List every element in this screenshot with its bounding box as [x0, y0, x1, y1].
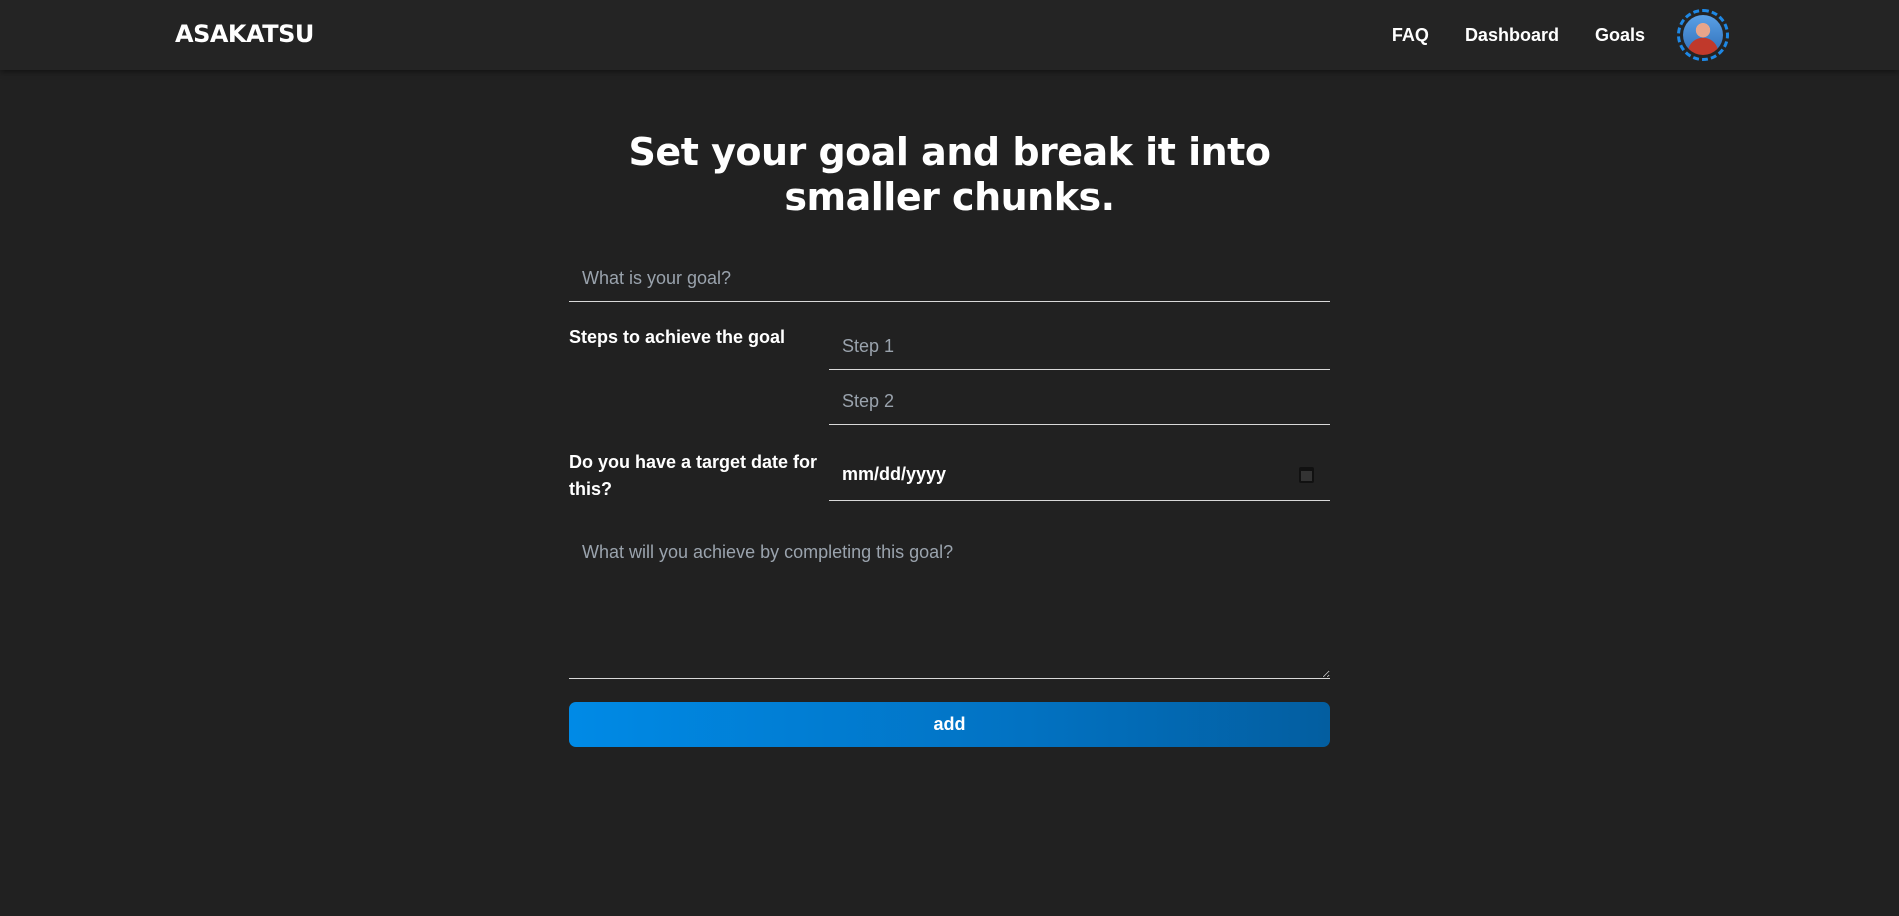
step-2-input[interactable]	[829, 379, 1330, 425]
target-date-section: Do you have a target date for this? mm/d…	[569, 449, 1330, 503]
outcome-textarea[interactable]	[569, 527, 1330, 679]
nav-links: FAQ Dashboard Goals	[1392, 0, 1729, 70]
step-1-input[interactable]	[829, 324, 1330, 370]
goal-input[interactable]	[569, 256, 1330, 302]
target-date-fields: mm/dd/yyyy	[829, 449, 1330, 501]
goal-form-container: Set your goal and break it into smaller …	[569, 70, 1330, 747]
calendar-icon[interactable]	[1299, 467, 1314, 483]
steps-label: Steps to achieve the goal	[569, 327, 786, 347]
target-date-value: mm/dd/yyyy	[842, 464, 947, 484]
avatar-image	[1683, 15, 1723, 55]
avatar[interactable]	[1677, 9, 1729, 61]
nav-link-goals[interactable]: Goals	[1595, 25, 1645, 46]
nav-link-dashboard[interactable]: Dashboard	[1465, 25, 1559, 46]
nav-link-faq[interactable]: FAQ	[1392, 25, 1429, 46]
logo[interactable]: ASAKATSU	[175, 20, 314, 48]
navbar: ASAKATSU FAQ Dashboard Goals	[0, 0, 1899, 70]
target-date-input[interactable]: mm/dd/yyyy	[829, 449, 1330, 501]
target-date-label: Do you have a target date for this?	[569, 452, 818, 499]
page-title: Set your goal and break it into smaller …	[628, 130, 1271, 219]
add-button[interactable]: add	[569, 702, 1330, 747]
steps-section: Steps to achieve the goal	[569, 324, 1330, 425]
steps-fields	[829, 324, 1330, 425]
